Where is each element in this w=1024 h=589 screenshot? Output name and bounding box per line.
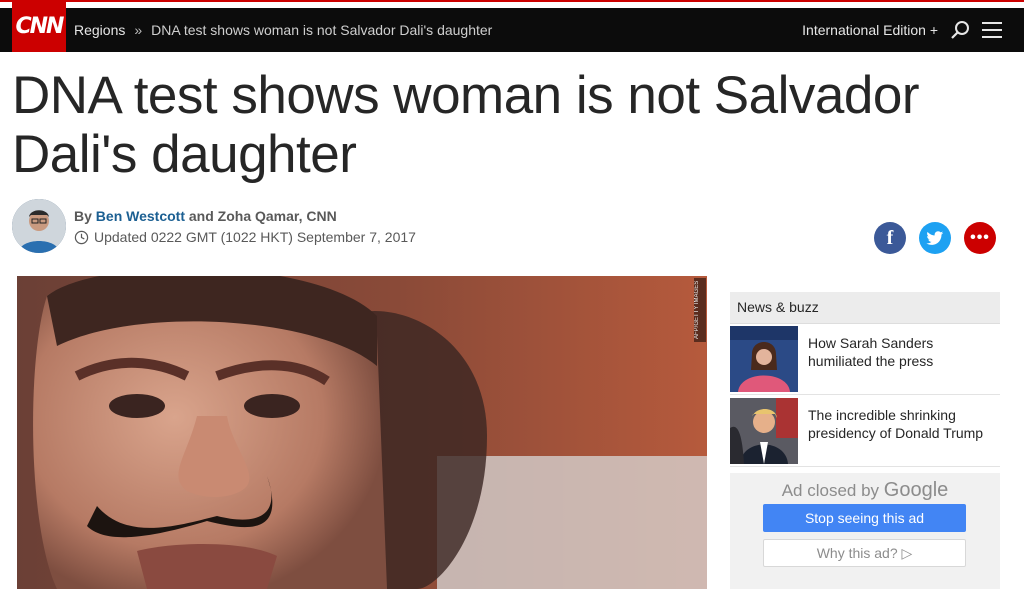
buzz-item[interactable]: The incredible shrinking presidency of D… [730, 397, 1000, 467]
article-headline: DNA test shows woman is not Salvador Dal… [12, 66, 919, 184]
edition-selector[interactable]: International Edition + [802, 8, 938, 52]
google-logo-text: Google [883, 479, 949, 501]
top-navbar: Regions » DNA test shows woman is not Sa… [0, 8, 1024, 52]
stop-seeing-ad-button[interactable]: Stop seeing this ad [763, 504, 966, 532]
why-this-ad-button[interactable]: Why this ad? ▷ [763, 539, 966, 567]
news-buzz-heading: News & buzz [730, 292, 1000, 324]
clock-icon [74, 230, 89, 244]
byline-prefix: By [74, 208, 92, 224]
article-byline: By Ben Westcott and Zoha Qamar, CNN [74, 208, 337, 224]
ad-closed-label: Ad closed by Google [730, 479, 1000, 502]
author-avatar [12, 199, 66, 253]
breadcrumb: Regions » DNA test shows woman is not Sa… [74, 8, 492, 52]
search-icon[interactable] [950, 20, 970, 40]
breadcrumb-separator: » [134, 22, 143, 38]
top-accent-bar [0, 0, 1024, 8]
article-hero-image[interactable] [17, 276, 707, 589]
buzz-thumbnail[interactable] [730, 326, 798, 392]
cnn-logo[interactable]: CNN [12, 0, 66, 52]
article-timestamp: Updated 0222 GMT (1022 HKT) September 7,… [74, 229, 416, 245]
buzz-title[interactable]: How Sarah Sanders humiliated the press [808, 334, 993, 370]
breadcrumb-regions-link[interactable]: Regions [74, 22, 125, 38]
buzz-thumbnail[interactable] [730, 398, 798, 464]
more-dots-icon: ••• [970, 229, 990, 246]
buzz-item[interactable]: How Sarah Sanders humiliated the press [730, 325, 1000, 395]
twitter-share-button[interactable] [919, 222, 951, 254]
facebook-icon: f [886, 226, 894, 249]
hamburger-menu-icon[interactable] [982, 22, 1002, 38]
more-share-button[interactable]: ••• [964, 222, 996, 254]
twitter-icon [926, 230, 944, 245]
author-link[interactable]: Ben Westcott [96, 208, 185, 224]
photo-credit: AFP/GETTY IMAGES [694, 278, 706, 342]
breadcrumb-current: DNA test shows woman is not Salvador Dal… [151, 22, 493, 38]
ad-closed-text: Ad closed by [781, 481, 880, 500]
facebook-share-button[interactable]: f [874, 222, 906, 254]
byline-coauthors: and Zoha Qamar, CNN [188, 208, 337, 224]
buzz-title[interactable]: The incredible shrinking presidency of D… [808, 406, 993, 442]
ad-closed-panel: Ad closed by Google Stop seeing this ad … [730, 473, 1000, 589]
updated-text: Updated 0222 GMT (1022 HKT) September 7,… [94, 229, 416, 245]
